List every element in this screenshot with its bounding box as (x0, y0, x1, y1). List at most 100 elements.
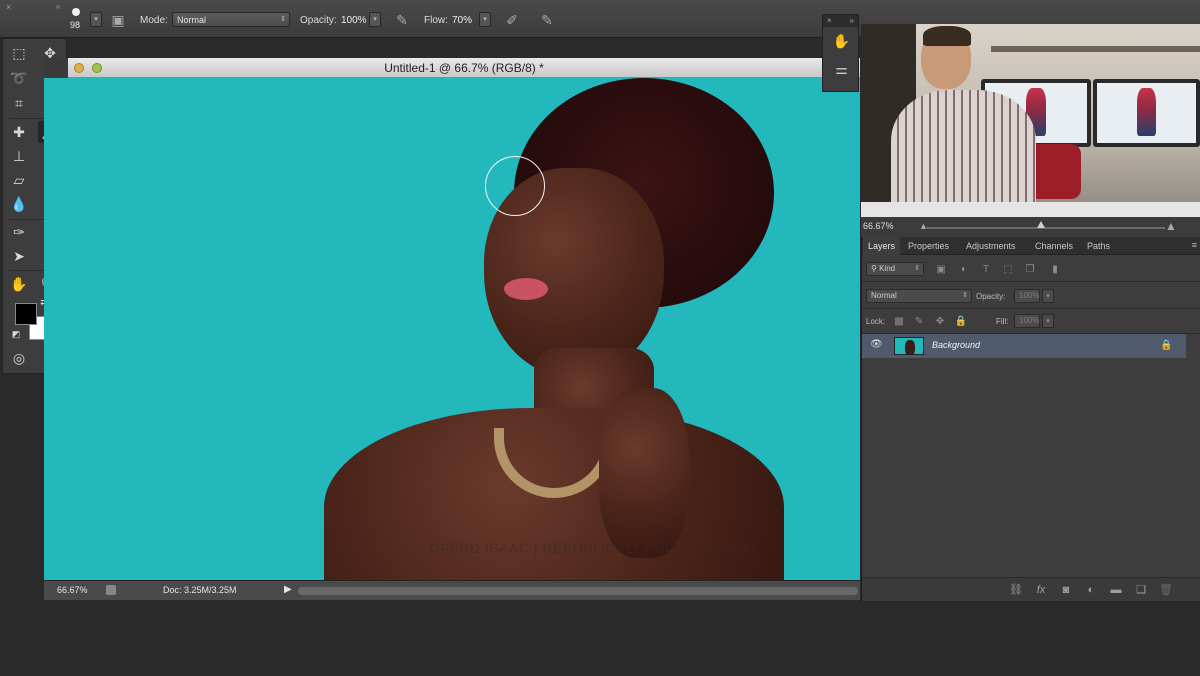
chevron-down-icon: ⇕ (914, 265, 920, 272)
brush-panel-icon[interactable]: ▣ (108, 10, 128, 30)
tab-adjustments[interactable]: Adjustments (961, 237, 1021, 255)
crop-tool-icon[interactable]: ⌗ (7, 92, 31, 114)
collapse-icon[interactable]: « (56, 2, 60, 11)
video-monitor-right (1093, 79, 1200, 147)
lock-position-icon[interactable]: ✥ (933, 315, 947, 329)
mode-select[interactable]: Normal ⇕ (172, 12, 290, 27)
filter-shape-icon[interactable]: ⬚ (1001, 263, 1015, 277)
collapse-icon[interactable]: » (850, 15, 854, 27)
blur-tool-icon[interactable]: 💧 (7, 193, 31, 215)
eraser-tool-icon[interactable]: ▱ (7, 169, 31, 191)
filter-pixel-icon[interactable]: ▣ (934, 263, 948, 277)
chevron-down-icon: ⇕ (962, 292, 968, 299)
flow-field[interactable]: 70% (452, 15, 472, 26)
thumbnail-figure (905, 340, 915, 354)
healing-brush-tool-icon[interactable]: ✚ (7, 121, 31, 143)
default-colors-icon[interactable]: ◩ (9, 327, 23, 341)
brush-preview-icon[interactable] (72, 8, 80, 16)
zoom-level-field[interactable]: 66.67% (57, 585, 88, 595)
mode-value: Normal (177, 15, 207, 25)
foreground-color-swatch[interactable] (15, 303, 37, 325)
fill-field[interactable]: 100% (1014, 314, 1040, 328)
brush-settings-icon[interactable]: ⚌ (823, 55, 860, 83)
blend-mode-value: Normal (871, 291, 897, 300)
opacity-field[interactable]: 100% (341, 15, 367, 26)
status-bar: 66.67% Doc: 3.25M/3.25M ▶ (44, 580, 860, 600)
panel-menu-icon[interactable]: ≡ (1192, 240, 1197, 250)
brush-picker-dropdown[interactable]: ▾ (90, 12, 102, 27)
path-selection-tool-icon[interactable]: ➤ (7, 245, 31, 267)
lock-all-icon[interactable]: 🔒 (954, 315, 968, 329)
opacity-dropdown[interactable]: ▾ (369, 12, 381, 27)
panel-tabs: Layers Properties Adjustments Channels P… (862, 237, 1200, 255)
video-presenter-hair (923, 26, 971, 46)
canvas[interactable]: OFERD ISAAC | REPUBLIC311 PHOTOGRAPHY (44, 78, 860, 580)
lock-transparent-icon[interactable]: ▩ (892, 315, 906, 329)
status-info-icon[interactable] (106, 585, 116, 595)
blend-mode-select[interactable]: Normal ⇕ (866, 289, 972, 303)
tab-channels[interactable]: Channels (1030, 237, 1078, 255)
document-title: Untitled-1 @ 66.7% (RGB/8) * (384, 61, 544, 75)
video-presenter-shirt (891, 90, 1036, 217)
pressure-size-icon[interactable]: ✎ (537, 10, 557, 30)
clone-stamp-tool-icon[interactable]: ⊥ (7, 145, 31, 167)
quick-mask-icon[interactable]: ◎ (7, 347, 31, 369)
add-mask-icon[interactable]: ◙ (1057, 582, 1075, 598)
lock-label: Lock: (866, 317, 886, 326)
pressure-opacity-icon[interactable]: ✎ (392, 10, 412, 30)
new-layer-icon[interactable]: ❏ (1132, 582, 1150, 598)
portrait-hand (599, 388, 689, 558)
layer-name[interactable]: Background (932, 340, 980, 350)
zoom-slider[interactable] (925, 227, 1165, 229)
opacity-label: Opacity: (300, 15, 337, 26)
chevron-down-icon: ⇕ (280, 16, 286, 23)
filter-type-icon[interactable]: T (979, 263, 993, 277)
lock-pixels-icon[interactable]: ✎ (912, 315, 926, 329)
tab-layers[interactable]: Layers (863, 237, 901, 255)
fill-label: Fill: (996, 317, 1009, 326)
new-adjustment-layer-icon[interactable]: ◐ (1082, 582, 1100, 598)
watermark-text: OFERD ISAAC | REPUBLIC311 PHOTOGRAPHY (429, 540, 759, 556)
layer-blend-row: Normal ⇕ Opacity: 100% ▾ (862, 283, 1200, 309)
video-shelf (991, 46, 1200, 52)
layer-lock-row: Lock: ▩ ✎ ✥ 🔒 Fill: 100% ▾ (862, 310, 1200, 334)
hand-tool-icon[interactable]: ✋ (7, 273, 31, 295)
layer-style-icon[interactable]: fx (1032, 582, 1050, 598)
delete-layer-icon[interactable]: 🗑 (1157, 582, 1175, 598)
zoom-in-icon[interactable]: ▲ (1165, 219, 1177, 233)
document-titlebar: Untitled-1 @ 66.7% (RGB/8) * (68, 58, 860, 78)
tab-paths[interactable]: Paths (1082, 237, 1115, 255)
lasso-tool-icon[interactable]: ➰ (7, 67, 31, 89)
layer-opacity-field[interactable]: 100% (1014, 289, 1040, 303)
airbrush-icon[interactable]: ✐ (502, 10, 522, 30)
horizontal-scrollbar[interactable] (298, 587, 858, 595)
document-window: Untitled-1 @ 66.7% (RGB/8) * OFERD ISAAC… (44, 58, 860, 600)
presenter-video (861, 24, 1200, 217)
visibility-eye-icon[interactable]: 👁 (870, 339, 883, 350)
layer-row-background[interactable]: 👁 Background 🔒 (862, 334, 1186, 358)
close-icon[interactable]: × (827, 16, 832, 25)
zoom-slider-thumb[interactable] (1037, 221, 1045, 228)
link-layers-icon[interactable]: ⛓ (1007, 582, 1025, 598)
zoom-out-icon[interactable]: ▲ (919, 221, 928, 231)
brush-presets-icon[interactable]: ✋ (823, 27, 860, 55)
filter-kind-select[interactable]: ⚲ Kind ⇕ (866, 262, 924, 276)
pen-tool-icon[interactable]: ✑ (7, 221, 31, 243)
fill-dropdown[interactable]: ▾ (1042, 314, 1054, 328)
filter-toggle-icon[interactable]: ▮ (1048, 263, 1062, 277)
brush-cursor (485, 156, 545, 216)
tab-properties[interactable]: Properties (903, 237, 954, 255)
filter-adjustment-icon[interactable]: ◐ (957, 263, 971, 277)
new-group-icon[interactable]: ▬ (1107, 582, 1125, 598)
marquee-tool-icon[interactable]: ⬚ (7, 42, 31, 64)
navigator-zoom-value[interactable]: 66.67% (863, 221, 894, 231)
status-menu-arrow-icon[interactable]: ▶ (284, 584, 292, 595)
filter-smart-object-icon[interactable]: ❒ (1023, 263, 1037, 277)
layer-opacity-dropdown[interactable]: ▾ (1042, 289, 1054, 303)
flow-dropdown[interactable]: ▾ (479, 12, 491, 27)
flow-label: Flow: (424, 15, 448, 26)
close-icon[interactable]: × (6, 2, 11, 12)
portrait-lips (504, 278, 548, 300)
mini-panel-dock: × » ✋ ⚌ (822, 14, 859, 92)
doc-size-info: Doc: 3.25M/3.25M (163, 585, 237, 595)
